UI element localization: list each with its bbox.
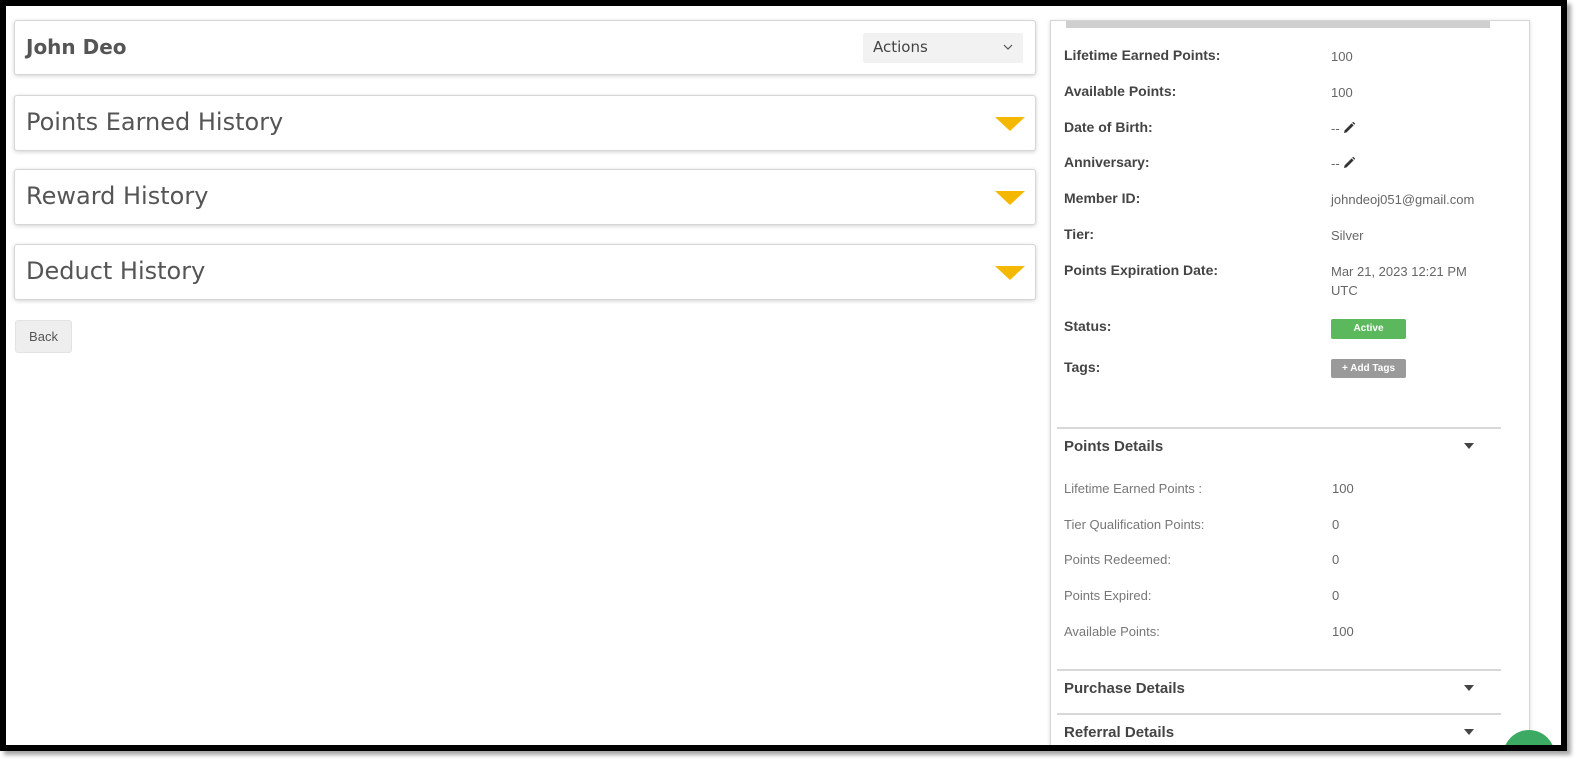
- points-detail-label: Points Expired:: [1064, 588, 1152, 603]
- triangle-down-icon[interactable]: [995, 266, 1025, 280]
- points-detail-value: 0: [1332, 588, 1340, 603]
- points-details-header[interactable]: Points Details: [1064, 438, 1163, 455]
- info-label: Available Points:: [1064, 83, 1177, 99]
- chevron-down-icon: [1003, 44, 1013, 50]
- info-value: --: [1331, 121, 1340, 136]
- info-label: Tags:: [1064, 359, 1101, 375]
- accordion-reward-history[interactable]: Reward History: [14, 169, 1036, 225]
- info-value-wrap: --: [1331, 119, 1501, 138]
- status-badge: Active: [1331, 319, 1406, 339]
- info-value: 100: [1331, 85, 1353, 100]
- accordion-title: Points Earned History: [26, 108, 284, 136]
- points-detail-label: Lifetime Earned Points :: [1064, 481, 1203, 496]
- member-name: John Deo: [26, 35, 127, 59]
- points-detail-value: 100: [1332, 481, 1354, 496]
- actions-dropdown[interactable]: Actions: [863, 33, 1023, 63]
- accordion-title: Reward History: [26, 182, 209, 210]
- info-value: johndeoj051@gmail.com: [1331, 192, 1475, 207]
- points-detail-value: 100: [1332, 624, 1354, 639]
- section-divider: [1057, 713, 1501, 715]
- member-header-card: John Deo Actions: [14, 20, 1036, 75]
- pencil-icon[interactable]: [1342, 156, 1356, 170]
- accordion-title: Deduct History: [26, 257, 206, 285]
- accordion-deduct-history[interactable]: Deduct History: [14, 244, 1036, 300]
- triangle-down-icon[interactable]: [995, 191, 1025, 205]
- info-label: Tier:: [1064, 226, 1095, 242]
- purchase-details-header[interactable]: Purchase Details: [1064, 680, 1185, 697]
- app-frame: John Deo Actions Points Earned History R…: [0, 0, 1567, 751]
- actions-dropdown-label: Actions: [873, 38, 928, 56]
- info-label: Status:: [1064, 318, 1112, 334]
- panel-top-strip: [1066, 21, 1490, 28]
- info-value-wrap: --: [1331, 154, 1501, 173]
- member-profile-panel: Lifetime Earned Points: 100 Available Po…: [1050, 20, 1530, 745]
- info-label: Points Expiration Date:: [1064, 262, 1219, 278]
- caret-down-icon[interactable]: [1464, 443, 1474, 449]
- points-detail-value: 0: [1332, 517, 1340, 532]
- points-detail-label: Points Redeemed:: [1064, 552, 1171, 567]
- info-label: Member ID:: [1064, 190, 1141, 206]
- info-label: Anniversary:: [1064, 154, 1150, 170]
- section-divider: [1057, 669, 1501, 671]
- triangle-down-icon[interactable]: [995, 117, 1025, 131]
- points-detail-label: Tier Qualification Points:: [1064, 517, 1205, 532]
- caret-down-icon[interactable]: [1464, 729, 1474, 735]
- info-value: --: [1331, 156, 1340, 171]
- caret-down-icon[interactable]: [1464, 685, 1474, 691]
- info-value: Mar 21, 2023 12:21 PM UTC: [1331, 264, 1467, 298]
- add-tags-button[interactable]: + Add Tags: [1331, 359, 1406, 378]
- info-value: Silver: [1331, 228, 1364, 243]
- points-detail-value: 0: [1332, 552, 1340, 567]
- pencil-icon[interactable]: [1342, 121, 1356, 135]
- accordion-points-earned-history[interactable]: Points Earned History: [14, 95, 1036, 151]
- referral-details-header[interactable]: Referral Details: [1064, 724, 1174, 741]
- info-label: Lifetime Earned Points:: [1064, 47, 1221, 63]
- points-detail-label: Available Points:: [1064, 624, 1160, 639]
- section-divider: [1057, 427, 1501, 429]
- info-label: Date of Birth:: [1064, 119, 1153, 135]
- info-value: 100: [1331, 49, 1353, 64]
- back-button[interactable]: Back: [15, 320, 72, 353]
